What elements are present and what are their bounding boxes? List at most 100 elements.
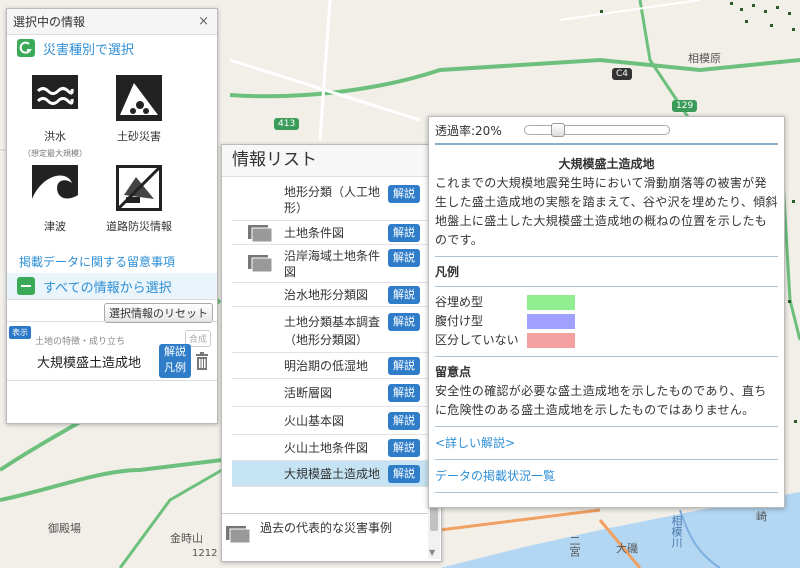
explain-button[interactable]: 解説 — [388, 465, 420, 483]
list-item[interactable]: 沿岸海域土地条件図 解説 — [232, 245, 428, 283]
list-item-label: 地形分類（人工地形） — [284, 185, 381, 215]
reset-row: 選択情報のリセット — [7, 299, 217, 323]
list-item[interactable]: 土地条件図 解説 — [232, 221, 428, 245]
selected-info-header: 選択中の情報 × — [7, 9, 217, 35]
folder-icon — [248, 225, 273, 243]
explain-button[interactable]: 解説 — [388, 439, 420, 457]
divider — [435, 356, 778, 357]
selected-layer-item: 表示 土地の特徴・成り立ち 合成 大規模盛土造成地 解説 凡例 — [7, 321, 217, 381]
selected-info-panel: 選択中の情報 × 災害種別で選択 洪水 （想定最大規模） 土砂災害 津波 道路防… — [6, 8, 218, 424]
list-item[interactable]: 活断層図 解説 — [232, 379, 428, 407]
past-disasters-label: 過去の代表的な災害事例 — [260, 521, 393, 535]
map-label-saki: 崎 — [756, 510, 767, 523]
hazard-tsunami-label: 津波 — [44, 220, 66, 233]
detail-title: 大規模盛土造成地 — [558, 157, 655, 171]
explain-button[interactable]: 解説 — [388, 412, 420, 430]
detail-description: これまでの大規模地震発生時において滑動崩落等の被害が発生した盛土造成地の実態を踏… — [435, 176, 778, 247]
selected-layer-name: 大規模盛土造成地 — [37, 356, 142, 371]
divider — [435, 492, 778, 493]
explain-button[interactable]: 解説 — [388, 249, 420, 267]
selected-info-title: 選択中の情報 — [13, 15, 86, 29]
opacity-slider-handle[interactable] — [550, 123, 565, 137]
list-item[interactable]: 地形分類（人工地形） 解説 — [232, 179, 428, 221]
explain-button[interactable]: 解説 — [388, 357, 420, 375]
list-item-label: 土地条件図 — [284, 226, 345, 240]
notes-heading: 留意点 — [435, 365, 472, 379]
explain-label: 解説 — [164, 345, 186, 358]
road-badge-129: 129 — [672, 100, 698, 112]
legend-swatch — [527, 295, 575, 310]
map-label-kintokiyama: 金時山 — [170, 532, 203, 545]
explain-button[interactable]: 解説 — [388, 224, 420, 242]
trash-icon[interactable] — [195, 352, 209, 370]
divider — [435, 286, 778, 287]
hazard-road-label: 道路防災情報 — [106, 220, 172, 233]
map-label-daiiso: 大磯 — [616, 542, 638, 555]
opacity-row: 透過率:20% — [435, 117, 778, 145]
legend-item: 腹付け型 — [435, 312, 778, 331]
legend-label: 凡例 — [164, 361, 186, 374]
legend-swatch — [527, 314, 575, 329]
explain-button[interactable]: 解説 — [388, 185, 420, 203]
flood-icon — [32, 75, 78, 121]
hazard-tsunami[interactable]: 津波 — [15, 165, 95, 234]
divider — [435, 426, 778, 427]
list-item[interactable]: 火山基本図 解説 — [232, 407, 428, 435]
explain-legend-button[interactable]: 解説 凡例 — [159, 344, 191, 378]
detailed-explanation-link[interactable]: <詳しい解説> — [435, 433, 778, 453]
reset-selection-button[interactable]: 選択情報のリセット — [104, 303, 213, 323]
list-item-label: 治水地形分類図 — [284, 288, 369, 302]
collapse-icon — [17, 277, 35, 295]
list-item-selected[interactable]: 大規模盛土造成地 解説 — [232, 461, 428, 487]
past-disasters-item[interactable]: 過去の代表的な災害事例 — [222, 513, 428, 561]
opacity-label: 透過率:20% — [435, 123, 502, 138]
hazard-landslide-label: 土砂災害 — [117, 130, 161, 143]
list-item-label: 大規模盛土造成地 — [284, 467, 381, 481]
data-notes-link[interactable]: 掲載データに関する留意事項 — [7, 251, 217, 273]
explain-button[interactable]: 解説 — [388, 313, 420, 331]
legend-item: 谷埋め型 — [435, 293, 778, 312]
data-status-link[interactable]: データの掲載状況一覧 — [435, 466, 778, 486]
close-icon[interactable]: × — [198, 9, 209, 35]
legend-heading: 凡例 — [435, 265, 460, 279]
explain-button[interactable]: 解説 — [388, 286, 420, 304]
display-badge[interactable]: 表示 — [9, 326, 31, 339]
road-badge-c4: C4 — [612, 68, 633, 80]
disaster-type-icon — [17, 39, 35, 57]
layer-detail-panel: 透過率:20% 大規模盛土造成地 これまでの大規模地震発生時において滑動崩落等の… — [428, 116, 785, 508]
opacity-slider[interactable] — [523, 123, 670, 137]
disaster-type-section-header[interactable]: 災害種別で選択 — [7, 35, 217, 61]
select-all-section-header[interactable]: すべての情報から選択 — [7, 273, 217, 299]
list-item-label: 活断層図 — [284, 386, 333, 400]
hazard-road[interactable]: 道路防災情報 — [99, 165, 179, 234]
list-item-label: 明治期の低湿地 — [284, 359, 369, 373]
list-item[interactable]: 治水地形分類図 解説 — [232, 283, 428, 307]
map-label-sagamihara: 相模原 — [688, 52, 721, 65]
hazard-flood-label: 洪水 — [44, 130, 66, 143]
scroll-down-icon[interactable]: ▼ — [429, 548, 435, 557]
folder-icon — [248, 255, 273, 273]
info-list-title: 情報リスト — [222, 145, 441, 177]
info-list-rows: 地形分類（人工地形） 解説 土地条件図 解説 沿岸海域土地条件図 解説 治水地形… — [232, 179, 428, 487]
tsunami-icon — [32, 165, 78, 211]
list-item[interactable]: 土地分類基本調査（地形分類図） 解説 — [232, 307, 428, 353]
map-label-sagamigawa: 相模川 — [670, 515, 683, 548]
select-all-label: すべての情報から選択 — [43, 280, 172, 296]
divider — [435, 459, 778, 460]
notes-text: 安全性の確認が必要な盛土造成地を示したものであり、直ちに危険性のある盛土造成地を… — [435, 384, 767, 417]
road-badge-413: 413 — [274, 118, 300, 130]
hazard-flood-sub: （想定最大規模） — [23, 149, 87, 158]
hazard-flood[interactable]: 洪水 （想定最大規模） — [15, 75, 95, 159]
explain-button[interactable]: 解説 — [388, 384, 420, 402]
disaster-type-label: 災害種別で選択 — [43, 42, 135, 58]
map-label-elevation: 1212 — [192, 548, 218, 559]
list-item-label: 沿岸海域土地条件図 — [284, 249, 381, 279]
map-label-gotemba: 御殿場 — [48, 522, 81, 535]
list-item-label: 土地分類基本調査（地形分類図） — [284, 315, 381, 347]
hazard-landslide[interactable]: 土砂災害 — [99, 75, 179, 144]
detail-body: 大規模盛土造成地 これまでの大規模地震発生時において滑動崩落等の被害が発生した盛… — [429, 145, 784, 493]
list-item-label: 火山基本図 — [284, 414, 345, 428]
list-item[interactable]: 明治期の低湿地 解説 — [232, 353, 428, 379]
info-list-panel: 情報リスト 地形分類（人工地形） 解説 土地条件図 解説 沿岸海域土地条件図 解… — [221, 144, 442, 562]
list-item[interactable]: 火山土地条件図 解説 — [232, 435, 428, 461]
